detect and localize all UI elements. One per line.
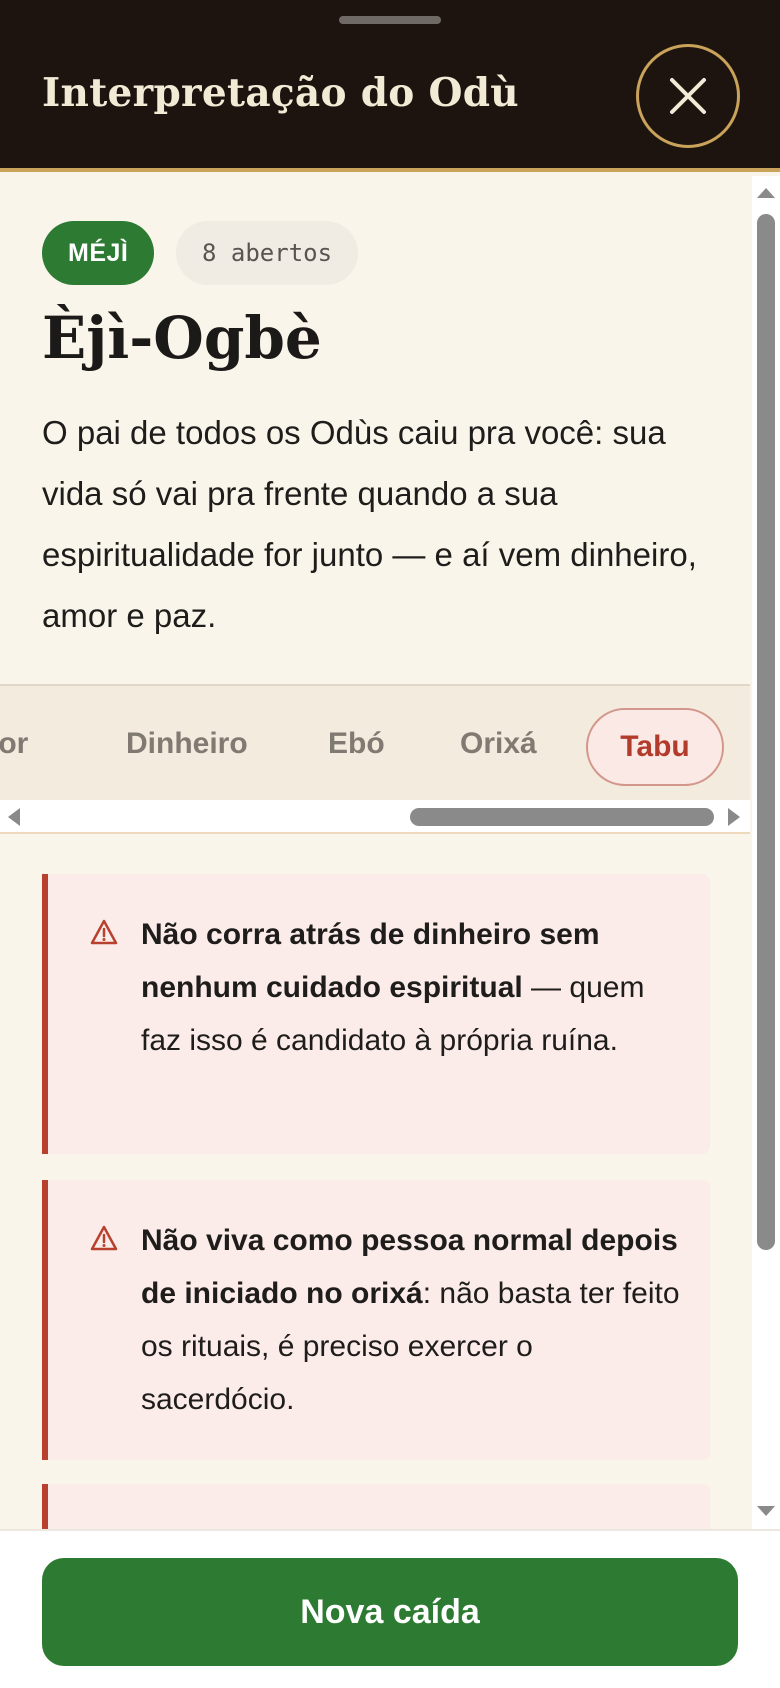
scroll-up-arrow-icon[interactable] bbox=[757, 186, 775, 200]
tab-bar[interactable]: Amor Dinheiro Ebó Orixá Tabu bbox=[0, 684, 750, 800]
vertical-scrollbar[interactable] bbox=[752, 176, 780, 1529]
scroll-down-arrow-icon[interactable] bbox=[757, 1504, 775, 1518]
warning-icon bbox=[90, 1225, 118, 1251]
scroll-content[interactable]: MÉJÌ 8 abertos Èjì-Ogbè O pai de todos o… bbox=[0, 176, 750, 1529]
odu-hero: MÉJÌ 8 abertos Èjì-Ogbè O pai de todos o… bbox=[0, 176, 750, 684]
tab-tabu[interactable]: Tabu bbox=[586, 708, 724, 786]
close-icon bbox=[670, 78, 706, 114]
taboo-card: Não corra atrás de dinheiro sem nenhum c… bbox=[42, 874, 710, 1154]
scroll-left-arrow-icon[interactable] bbox=[6, 808, 22, 826]
taboo-card: Não viva como pessoa normal depois de in… bbox=[42, 1180, 710, 1460]
close-button[interactable] bbox=[636, 44, 740, 148]
tab-dinheiro[interactable]: Dinheiro bbox=[126, 686, 248, 802]
odu-summary: O pai de todos os Odùs caiu pra você: su… bbox=[42, 414, 697, 634]
new-throw-button[interactable]: Nova caída bbox=[42, 1558, 738, 1666]
taboo-text: Não corra atrás de dinheiro sem nenhum c… bbox=[141, 918, 645, 1057]
tab-ebo[interactable]: Ebó bbox=[328, 686, 385, 802]
opened-count-pill: 8 abertos bbox=[176, 221, 359, 285]
tab-orixa[interactable]: Orixá bbox=[460, 686, 537, 802]
section-divider bbox=[0, 832, 750, 834]
taboo-card bbox=[42, 1484, 710, 1529]
horizontal-scroll-thumb[interactable] bbox=[410, 808, 714, 826]
modal-title: Interpretação do Odù bbox=[42, 70, 519, 116]
tab-amor[interactable]: Amor bbox=[0, 686, 28, 802]
modal-header: Interpretação do Odù bbox=[0, 0, 780, 172]
warning-icon bbox=[90, 919, 118, 945]
drag-handle[interactable] bbox=[339, 16, 441, 24]
meji-badge: MÉJÌ bbox=[42, 221, 155, 285]
horizontal-scrollbar[interactable] bbox=[0, 800, 750, 832]
vertical-scroll-thumb[interactable] bbox=[757, 214, 775, 1250]
odu-name: Èjì-Ogbè bbox=[42, 304, 322, 372]
taboo-text: Não viva como pessoa normal depois de in… bbox=[141, 1224, 680, 1416]
footer-bar: Nova caída bbox=[0, 1529, 780, 1688]
scroll-right-arrow-icon[interactable] bbox=[726, 808, 742, 826]
